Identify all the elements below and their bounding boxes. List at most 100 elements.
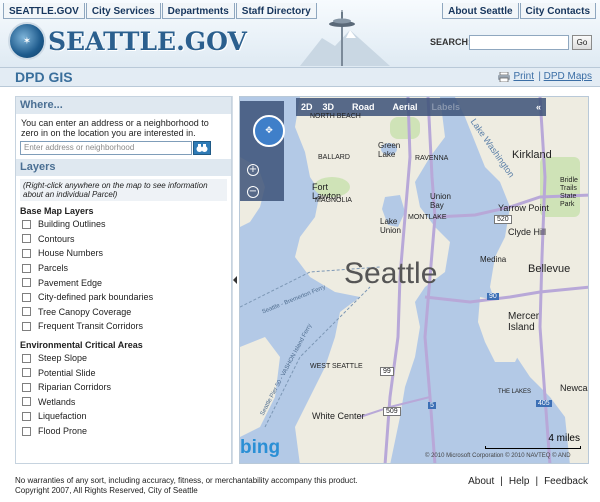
place-label: Newcas — [560, 383, 589, 393]
page-title: DPD GIS — [15, 69, 73, 85]
logo-text: SEATTLE.GOV — [48, 26, 247, 56]
link-separator: | — [538, 71, 541, 82]
place-label: Kirkland — [512, 149, 552, 161]
layer-checkbox[interactable] — [22, 278, 31, 288]
layer-label: Tree Canopy Coverage — [38, 306, 132, 317]
layer-potential-slide[interactable]: Potential Slide — [16, 365, 231, 380]
site-logo[interactable]: ✶ SEATTLE.GOV — [8, 22, 247, 60]
map-navigation-control: ✥ + − — [240, 101, 285, 201]
footer-help-link[interactable]: Help — [509, 476, 530, 487]
layer-wetlands[interactable]: Wetlands — [16, 395, 231, 410]
layer-label: Wetlands — [38, 396, 76, 407]
scale-label: 4 miles — [548, 433, 580, 444]
place-label: Union Bay — [430, 192, 451, 210]
place-label: Yarrow Point — [498, 203, 549, 213]
map-collapse-button[interactable]: « — [531, 102, 546, 112]
map-copyright: © 2010 Microsoft Corporation © 2010 NAVT… — [425, 453, 571, 459]
layer-transit-corridors[interactable]: Frequent Transit Corridors — [16, 319, 231, 334]
layer-parcels[interactable]: Parcels — [16, 261, 231, 276]
layer-liquefaction[interactable]: Liquefaction — [16, 409, 231, 424]
group-base-map-layers: Base Map Layers — [20, 206, 94, 216]
layer-park-boundaries[interactable]: City-defined park boundaries — [16, 290, 231, 305]
place-label: Bellevue — [528, 263, 571, 275]
search-input[interactable] — [469, 35, 569, 50]
title-bar: DPD GIS Print | DPD Maps — [0, 68, 600, 87]
nav-city-services[interactable]: City Services — [85, 3, 161, 19]
print-link[interactable]: Print — [498, 71, 534, 82]
layer-checkbox[interactable] — [22, 292, 31, 302]
print-label: Print — [513, 71, 534, 82]
nav-departments[interactable]: Departments — [161, 3, 235, 19]
place-label: MAGNOLIA — [315, 197, 352, 204]
road-shield: 509 — [383, 407, 401, 416]
layer-label: Frequent Transit Corridors — [38, 321, 144, 332]
footer-disclaimer: No warranties of any sort, including acc… — [15, 476, 358, 485]
map-aerial-button[interactable]: Aerial — [388, 102, 423, 112]
layer-checkbox[interactable] — [22, 248, 31, 258]
layer-label: Steep Slope — [38, 353, 88, 364]
space-needle-icon — [300, 10, 390, 66]
map-labels-button[interactable]: Labels — [427, 102, 466, 112]
address-search-button[interactable] — [193, 141, 211, 155]
place-label: WEST SEATTLE — [310, 363, 363, 370]
where-instructions: You can enter an address or a neighborho… — [21, 118, 209, 138]
address-search-row: Enter address or neighborhood — [16, 140, 231, 159]
layer-checkbox[interactable] — [22, 397, 31, 407]
footer-separator: | — [500, 476, 503, 487]
layer-checkbox[interactable] — [22, 368, 31, 378]
nav-about-seattle[interactable]: About Seattle — [442, 3, 519, 19]
collapse-arrow-icon[interactable] — [233, 276, 237, 284]
layer-label: Flood Prone — [38, 426, 88, 437]
layer-building-outlines[interactable]: Building Outlines — [16, 217, 231, 232]
scale-bar — [485, 446, 581, 449]
nav-city-contacts[interactable]: City Contacts — [519, 3, 596, 19]
layer-contours[interactable]: Contours — [16, 232, 231, 247]
map-view[interactable]: ✥ + − 2D 3D Road Aerial Labels « NORTH B… — [239, 96, 589, 464]
layer-checkbox[interactable] — [22, 411, 31, 421]
binoculars-icon — [196, 144, 208, 152]
zoom-out-icon[interactable]: − — [247, 186, 259, 198]
bing-logo: bing — [240, 437, 281, 458]
map-2d-button[interactable]: 2D — [296, 102, 318, 112]
pan-compass-icon[interactable]: ✥ — [253, 115, 285, 147]
nav-seattle-gov[interactable]: SEATTLE.GOV — [3, 3, 85, 19]
layer-checkbox[interactable] — [22, 382, 31, 392]
layer-riparian-corridors[interactable]: Riparian Corridors — [16, 380, 231, 395]
layer-label: Pavement Edge — [38, 277, 103, 288]
place-label: White Center — [312, 411, 365, 421]
zoom-in-icon[interactable]: + — [247, 164, 259, 176]
layer-checkbox[interactable] — [22, 307, 31, 317]
layer-tree-canopy[interactable]: Tree Canopy Coverage — [16, 305, 231, 320]
layers-heading: Layers — [16, 159, 231, 176]
place-label: NORTH BEACH — [310, 113, 361, 120]
top-nav-right: About Seattle City Contacts — [442, 3, 597, 19]
layer-steep-slope[interactable]: Steep Slope — [16, 351, 231, 366]
site-header: SEATTLE.GOV City Services Departments St… — [0, 0, 600, 68]
search-go-button[interactable]: Go — [572, 35, 592, 50]
footer-about-link[interactable]: About — [468, 476, 494, 487]
layer-label: House Numbers — [38, 248, 104, 259]
layer-pavement-edge[interactable]: Pavement Edge — [16, 275, 231, 290]
footer-feedback-link[interactable]: Feedback — [544, 476, 588, 487]
layer-flood-prone[interactable]: Flood Prone — [16, 424, 231, 439]
road-shield: 99 — [380, 367, 394, 376]
layer-label: Building Outlines — [38, 219, 106, 230]
layer-checkbox[interactable] — [22, 321, 31, 331]
layer-checkbox[interactable] — [22, 353, 31, 363]
address-input[interactable]: Enter address or neighborhood — [20, 141, 192, 155]
road-shield: 520 — [494, 215, 512, 224]
layer-checkbox[interactable] — [22, 426, 31, 436]
map-road-button[interactable]: Road — [347, 102, 380, 112]
dpd-maps-link[interactable]: DPD Maps — [544, 71, 592, 82]
footer-links: About | Help | Feedback — [468, 476, 588, 487]
layer-label: Parcels — [38, 263, 69, 274]
layer-label: City-defined park boundaries — [38, 292, 154, 303]
map-3d-button[interactable]: 3D — [318, 102, 340, 112]
layer-house-numbers[interactable]: House Numbers — [16, 246, 231, 261]
place-label: BALLARD — [318, 154, 350, 161]
layer-checkbox[interactable] — [22, 219, 31, 229]
top-nav-left: SEATTLE.GOV City Services Departments St… — [3, 3, 318, 19]
layer-checkbox[interactable] — [22, 234, 31, 244]
place-label: Clyde Hill — [508, 227, 547, 237]
layer-checkbox[interactable] — [22, 263, 31, 273]
